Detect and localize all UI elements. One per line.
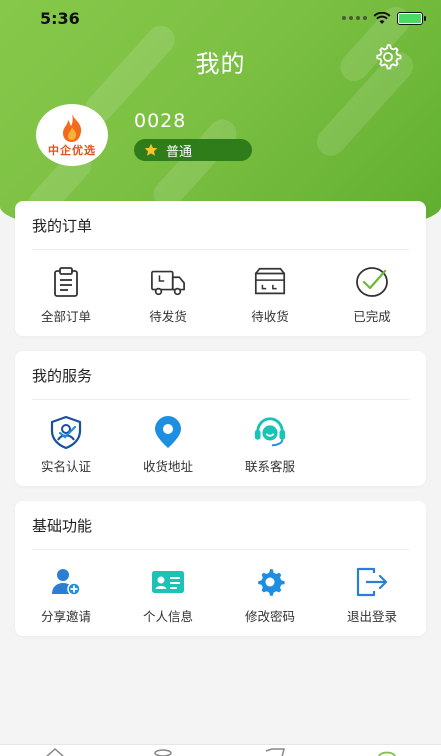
signal-icon bbox=[342, 16, 367, 20]
id-card-icon bbox=[152, 571, 184, 593]
profile-tab-icon[interactable] bbox=[376, 747, 398, 756]
real-name-auth-label: 实名认证 bbox=[40, 459, 91, 474]
to-ship-label: 待发货 bbox=[149, 309, 187, 324]
status-icons bbox=[342, 11, 426, 25]
home-tab-icon[interactable] bbox=[44, 747, 66, 756]
real-name-auth-button[interactable]: 实名认证 bbox=[15, 414, 117, 475]
status-bar: 5:36 bbox=[0, 0, 441, 36]
member-level-badge: 普通 bbox=[134, 139, 252, 161]
truck-icon bbox=[151, 270, 185, 296]
star-icon bbox=[144, 143, 158, 156]
completed-label: 已完成 bbox=[353, 309, 391, 324]
logout-label: 退出登录 bbox=[346, 609, 397, 624]
to-ship-button[interactable]: 待发货 bbox=[117, 264, 219, 325]
services-card: 我的服务 实名认证 收货地址 联系客服 bbox=[15, 351, 426, 486]
shipping-address-button[interactable]: 收货地址 bbox=[117, 414, 219, 475]
box-icon bbox=[254, 267, 286, 295]
personal-info-label: 个人信息 bbox=[142, 609, 193, 624]
all-orders-button[interactable]: 全部订单 bbox=[15, 264, 117, 325]
shipping-address-label: 收货地址 bbox=[142, 459, 193, 474]
bottom-tab-bar bbox=[0, 744, 441, 756]
share-invite-button[interactable]: 分享邀请 bbox=[15, 564, 117, 625]
orders-card: 我的订单 全部订单 待发货 待收货 已完成 bbox=[15, 201, 426, 336]
change-password-label: 修改密码 bbox=[244, 609, 295, 624]
avatar-logo-text: 中企优选 bbox=[48, 144, 96, 157]
category-tab-icon[interactable] bbox=[152, 747, 174, 756]
customer-service-button[interactable]: 联系客服 bbox=[219, 414, 321, 475]
to-receive-label: 待收货 bbox=[251, 309, 289, 324]
change-password-button[interactable]: 修改密码 bbox=[219, 564, 321, 625]
status-time: 5:36 bbox=[40, 8, 80, 28]
location-pin-icon bbox=[155, 416, 181, 448]
gear-icon bbox=[258, 569, 285, 596]
check-circle-icon bbox=[356, 267, 388, 297]
gear-icon bbox=[376, 44, 402, 70]
wifi-icon bbox=[373, 11, 391, 24]
member-level-text: 普通 bbox=[166, 144, 193, 160]
basic-functions-title: 基础功能 bbox=[32, 517, 93, 535]
personal-info-button[interactable]: 个人信息 bbox=[117, 564, 219, 625]
customer-service-label: 联系客服 bbox=[244, 459, 295, 474]
basic-functions-card: 基础功能 分享邀请 个人信息 修改密码 退出登录 bbox=[15, 501, 426, 636]
all-orders-label: 全部订单 bbox=[40, 309, 91, 324]
cart-tab-icon[interactable] bbox=[264, 747, 286, 756]
settings-button[interactable] bbox=[371, 40, 405, 74]
avatar[interactable]: 中企优选 bbox=[36, 104, 108, 166]
shield-user-icon bbox=[50, 415, 82, 450]
clipboard-icon bbox=[54, 267, 78, 297]
completed-button[interactable]: 已完成 bbox=[321, 264, 423, 325]
share-invite-label: 分享邀请 bbox=[40, 609, 91, 624]
services-title: 我的服务 bbox=[32, 367, 93, 385]
to-receive-button[interactable]: 待收货 bbox=[219, 264, 321, 325]
logout-icon bbox=[356, 567, 388, 597]
flame-logo-icon bbox=[63, 114, 82, 142]
orders-title: 我的订单 bbox=[32, 217, 93, 235]
add-user-icon bbox=[52, 569, 81, 596]
battery-icon bbox=[397, 11, 426, 25]
username: 0028 bbox=[134, 110, 187, 132]
logout-button[interactable]: 退出登录 bbox=[321, 564, 423, 625]
headset-icon bbox=[254, 417, 286, 447]
